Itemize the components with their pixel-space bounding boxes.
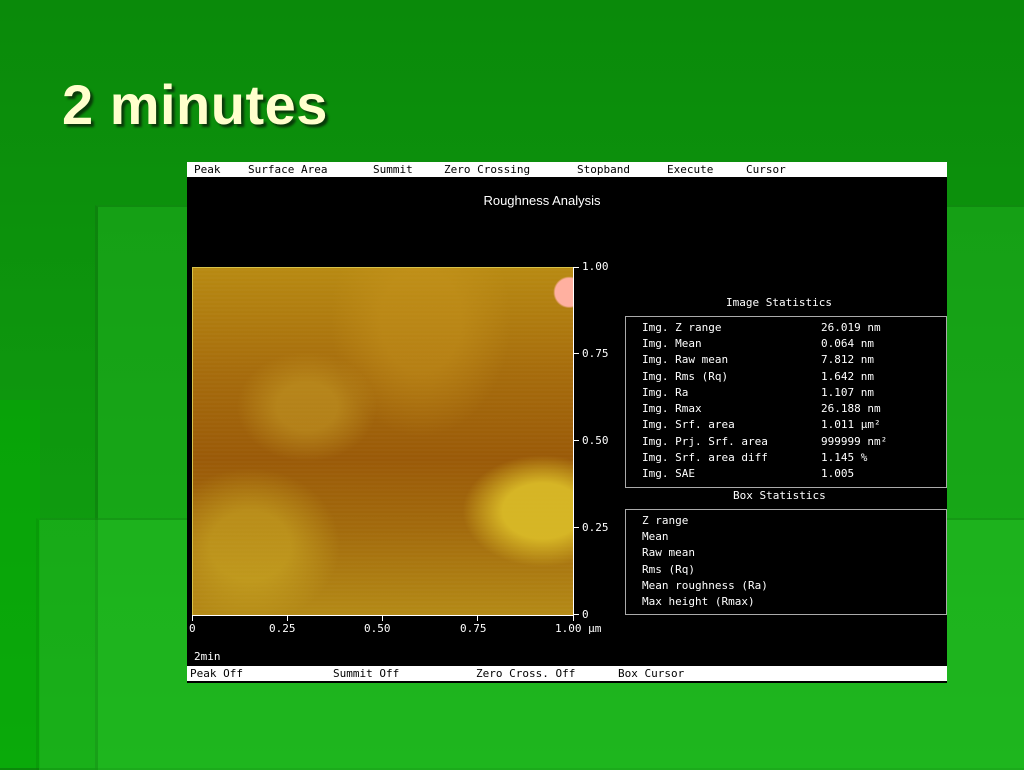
x-tick-label: 1.00 µm	[555, 622, 602, 635]
box-stat-label: Rms (Rq)	[642, 563, 695, 576]
status-bar: Peak Off Summit Off Zero Cross. Off Box …	[187, 666, 947, 681]
y-tick	[573, 353, 579, 354]
x-tick	[382, 615, 383, 621]
stat-label: Img. Mean	[642, 337, 702, 350]
stat-label: Img. Raw mean	[642, 353, 729, 366]
stat-value: 1.642 nm	[821, 370, 874, 383]
status-peak-toggle[interactable]: Peak Off	[190, 667, 243, 680]
stat-label: Img. Prj. Srf. area	[642, 435, 768, 448]
y-tick-label: 1.00	[582, 260, 609, 273]
box-stat-label: Z range	[642, 514, 689, 527]
status-box-cursor[interactable]: Box Cursor	[618, 667, 684, 680]
stat-label: Img. Srf. area	[642, 418, 735, 431]
stat-value: 7.812 nm	[821, 353, 874, 366]
afm-height-image[interactable]	[192, 267, 574, 616]
box-statistics-title: Box Statistics	[733, 489, 826, 502]
window-title: Roughness Analysis	[483, 193, 601, 208]
stat-value: 1.145 %	[821, 451, 868, 464]
x-tick	[573, 615, 574, 621]
y-tick	[573, 267, 579, 268]
y-tick-label: 0.50	[582, 434, 609, 447]
box-stat-label: Mean roughness (Ra)	[642, 579, 768, 592]
x-tick-label: 0.75	[460, 622, 487, 635]
stat-label: Img. Z range	[642, 321, 722, 334]
stat-label: Img. SAE	[642, 467, 695, 480]
y-tick-label: 0.25	[582, 521, 609, 534]
x-tick-label: 0.25	[269, 622, 296, 635]
x-tick	[477, 615, 478, 621]
menu-bar: Peak Surface Area Summit Zero Crossing S…	[187, 162, 947, 177]
stat-label: Img. Rmax	[642, 402, 702, 415]
status-summit-toggle[interactable]: Summit Off	[333, 667, 399, 680]
image-statistics-title: Image Statistics	[726, 296, 832, 309]
box-stat-label: Raw mean	[642, 546, 695, 559]
stat-value: 26.019 nm	[821, 321, 881, 334]
menu-item-peak[interactable]: Peak	[194, 163, 221, 176]
stat-value: 26.188 nm	[821, 402, 881, 415]
background-panel	[0, 400, 40, 768]
y-axis-line	[573, 267, 574, 615]
box-stat-label: Mean	[642, 530, 669, 543]
status-zero-cross-toggle[interactable]: Zero Cross. Off	[476, 667, 575, 680]
menu-item-zero-crossing[interactable]: Zero Crossing	[444, 163, 530, 176]
x-tick-label: 0.50	[364, 622, 391, 635]
slide-title: 2 minutes	[62, 73, 328, 136]
y-tick	[573, 527, 579, 528]
stat-label: Img. Ra	[642, 386, 689, 399]
stat-value: 999999 nm²	[821, 435, 888, 448]
menu-item-cursor[interactable]: Cursor	[746, 163, 786, 176]
image-statistics-panel: Img. Z range 26.019 nm Img. Mean 0.064 n…	[625, 316, 947, 488]
menu-item-stopband[interactable]: Stopband	[577, 163, 630, 176]
menu-item-summit[interactable]: Summit	[373, 163, 413, 176]
stat-value: 1.011 µm²	[821, 418, 881, 431]
x-tick-label: 0	[189, 622, 196, 635]
y-tick	[573, 440, 579, 441]
y-tick-label: 0.75	[582, 347, 609, 360]
menu-item-surface-area[interactable]: Surface Area	[248, 163, 327, 176]
roughness-analysis-window: Peak Surface Area Summit Zero Crossing S…	[187, 162, 947, 683]
x-tick	[192, 615, 193, 621]
box-stat-label: Max height (Rmax)	[642, 595, 755, 608]
stat-value: 1.005	[821, 467, 855, 480]
stat-value: 1.107 nm	[821, 386, 874, 399]
stat-label: Img. Rms (Rq)	[642, 370, 729, 383]
stat-value: 0.064 nm	[821, 337, 874, 350]
box-statistics-panel: Z range Mean Raw mean Rms (Rq) Mean roug…	[625, 509, 947, 615]
stat-label: Img. Srf. area diff	[642, 451, 768, 464]
image-label: 2min	[194, 650, 221, 663]
menu-item-execute[interactable]: Execute	[667, 163, 713, 176]
x-axis-line	[192, 615, 574, 616]
x-tick	[287, 615, 288, 621]
y-tick-label: 0	[582, 608, 589, 621]
